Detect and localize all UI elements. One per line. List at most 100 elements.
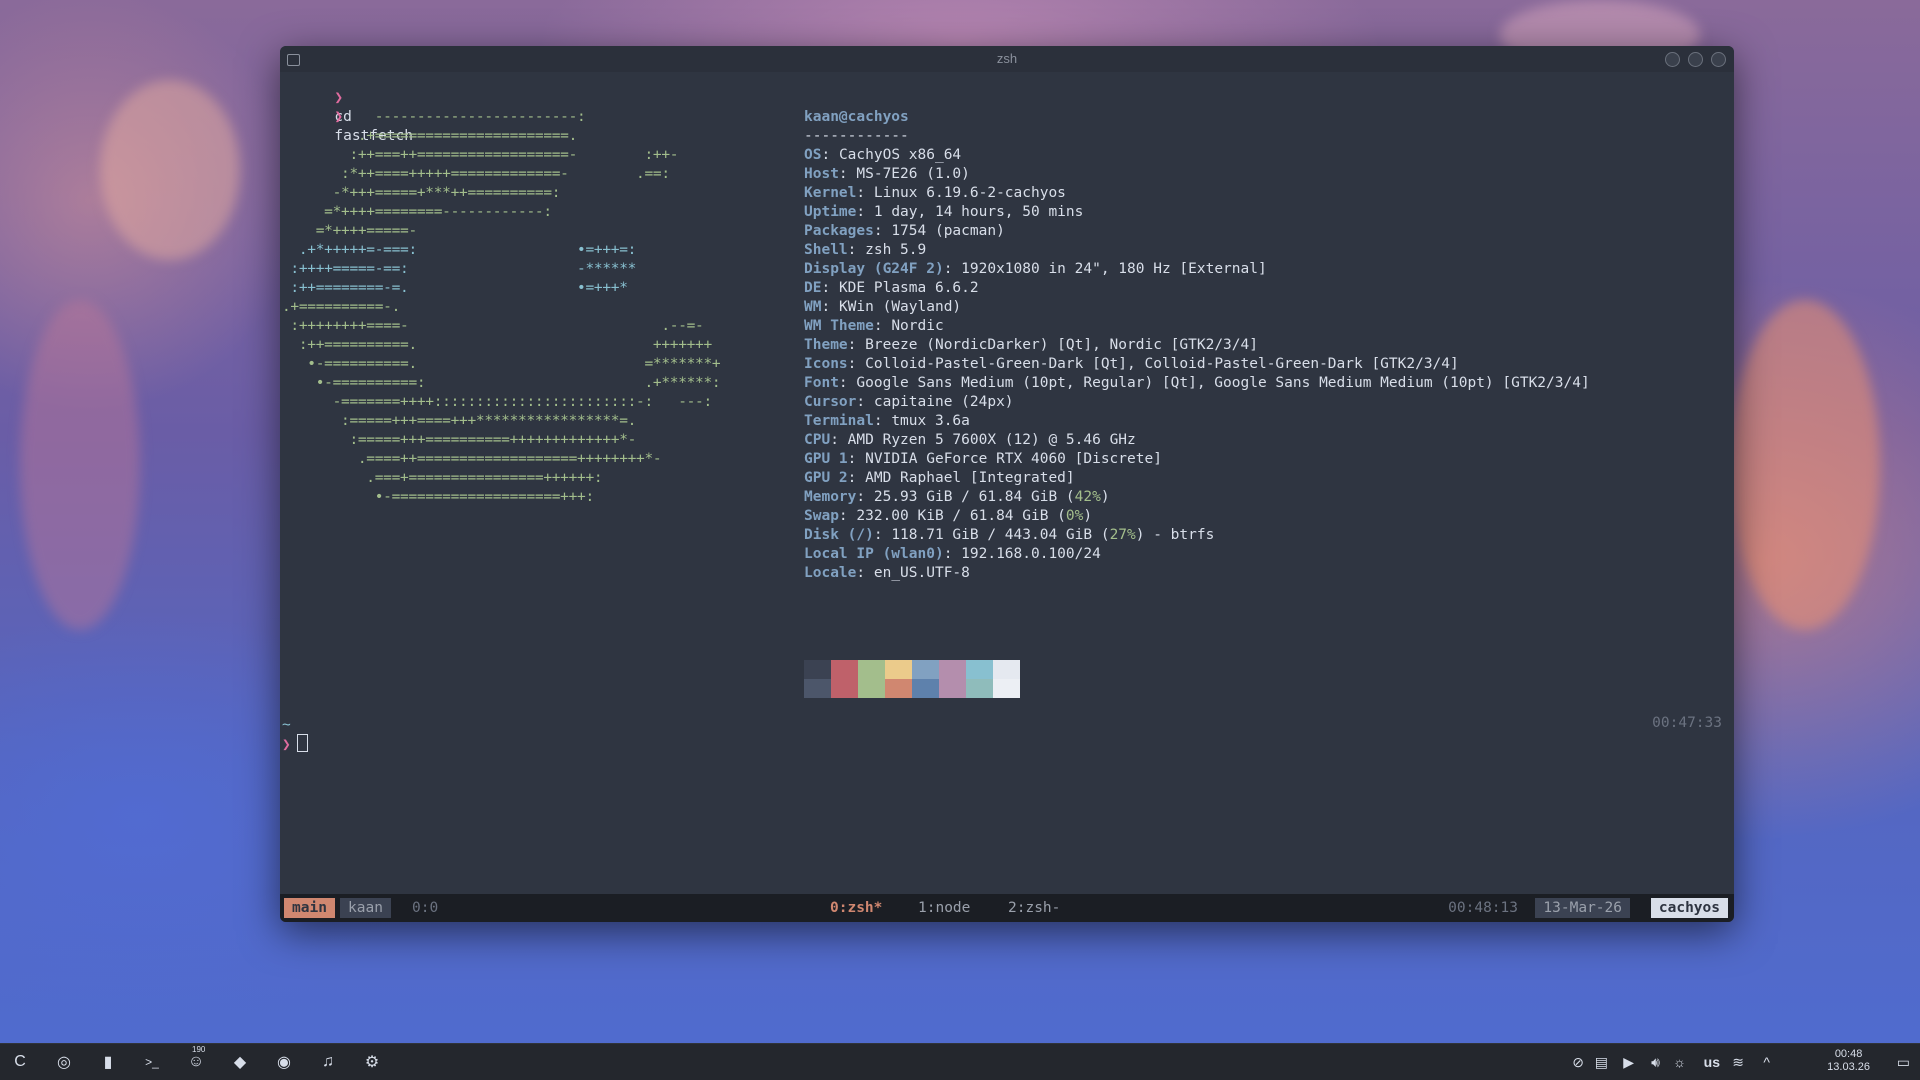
clipboard-icon[interactable]: ▤ (1595, 1044, 1608, 1080)
tmux-date: 13-Mar-26 (1535, 898, 1630, 918)
fetch-key: Swap (804, 508, 839, 524)
ascii-logo-line: •-==========. =*******+ (282, 356, 721, 372)
obs-icon[interactable]: ◉ (272, 1050, 296, 1074)
fetch-colon: : (856, 489, 874, 505)
fetch-row: DE: KDE Plasma 6.6.2 (804, 279, 1590, 298)
maximize-button[interactable] (1688, 52, 1703, 67)
window-titlebar[interactable]: zsh (280, 46, 1734, 72)
terminal-window[interactable]: zsh ❯ cd ❯ fastfetch -------------------… (280, 46, 1734, 922)
fetch-colon: : (847, 337, 866, 353)
fetch-row: Locale: en_US.UTF-8 (804, 564, 1590, 583)
fetch-colon: : (847, 356, 866, 372)
vscode-icon[interactable]: ◆ (228, 1050, 252, 1074)
fetch-key: Memory (804, 489, 857, 505)
fetch-value: 1920x1080 in 24", 180 Hz [External] (961, 261, 1267, 277)
ascii-logo-line: :=====+++==========+++++++++++++*- (282, 432, 637, 448)
fetch-key: Host (804, 166, 839, 182)
ascii-logo-line: .+*+++++=-===: •=+++=: (282, 242, 637, 258)
text-cursor (296, 734, 308, 752)
terminal-content[interactable]: ❯ cd ❯ fastfetch -----------------------… (280, 72, 1734, 894)
file-manager-icon[interactable]: ▮ (96, 1050, 120, 1074)
clock[interactable]: 00:48 13.03.26 (1827, 1048, 1870, 1074)
kdeconnect-icon[interactable]: ⊘ (1572, 1044, 1584, 1080)
prompt-right-time: 00:47:33 (1652, 715, 1722, 731)
fetch-value: Linux 6.19.6-2-cachyos (873, 185, 1066, 201)
fetch-value: Nordic (891, 318, 944, 334)
wallpaper-shape (100, 80, 240, 260)
fetch-value: NVIDIA GeForce RTX 4060 [Discrete] (865, 451, 1162, 467)
color-swatch (804, 660, 831, 679)
ascii-logo-line: :=====+++====+++*****************=. (282, 413, 637, 429)
fetch-row: Cursor: capitaine (24px) (804, 393, 1590, 412)
fetch-suffix: ) - btrfs (1135, 527, 1215, 543)
color-swatch (939, 660, 966, 679)
fetch-colon: : (873, 413, 892, 429)
ascii-logo-line: .+==========-. (282, 299, 401, 315)
window-title: zsh (996, 51, 1018, 66)
chromium-icon[interactable]: ◎ (52, 1050, 76, 1074)
fetch-colon: : (830, 432, 848, 448)
fetch-row: CPU: AMD Ryzen 5 7600X (12) @ 5.46 GHz (804, 431, 1590, 450)
color-palette (804, 660, 1020, 698)
minimize-button[interactable] (1665, 52, 1680, 67)
tmux-session: main (284, 898, 335, 918)
window-menu-icon[interactable] (287, 54, 300, 66)
ascii-logo-line: :++========-=. •=+++* (282, 280, 628, 296)
fetch-row: Packages: 1754 (pacman) (804, 222, 1590, 241)
cachyos-launcher-icon[interactable]: C (8, 1050, 32, 1074)
fetch-value: capitaine (24px) (873, 394, 1014, 410)
ascii-logo-line: =*++++=====- (282, 223, 417, 239)
fetch-key: Icons (804, 356, 848, 372)
ascii-logo: ------------------------: .+============… (282, 108, 721, 507)
keyboard-layout[interactable]: us (1704, 1044, 1720, 1080)
wallpaper-shape (20, 300, 140, 630)
fetch-row: Terminal: tmux 3.6a (804, 412, 1590, 431)
tmux-user: kaan (340, 898, 391, 918)
volume-icon[interactable]: 🔊︎ (1651, 1044, 1660, 1080)
color-swatch (912, 679, 939, 698)
fetch-key: Theme (804, 337, 848, 353)
fetch-key: Disk (/) (804, 527, 874, 543)
fetch-suffix: ) (1083, 508, 1093, 524)
fetch-value: en_US.UTF-8 (873, 565, 970, 581)
fetch-key: GPU 1 (804, 451, 848, 467)
fetch-row: Memory: 25.93 GiB / 61.84 GiB (42%) (804, 488, 1590, 507)
ascii-logo-line: .+=======================. (282, 128, 578, 144)
tmux-window-2[interactable]: 2:zsh- (1000, 898, 1068, 918)
fetch-colon: : (943, 261, 962, 277)
fetch-key: Cursor (804, 394, 857, 410)
fetch-value: AMD Ryzen 5 7600X (12) @ 5.46 GHz (847, 432, 1136, 448)
fetch-row: Shell: zsh 5.9 (804, 241, 1590, 260)
fetch-key: Locale (804, 565, 857, 581)
tray-expand-icon[interactable]: ^ (1763, 1044, 1770, 1080)
active-prompt[interactable]: ❯ (282, 734, 308, 755)
terminal-icon[interactable]: >_ (140, 1050, 164, 1074)
fetch-row: Theme: Breeze (NordicDarker) [Qt], Nordi… (804, 336, 1590, 355)
show-desktop-icon[interactable]: ▭ (1897, 1044, 1910, 1080)
close-button[interactable] (1711, 52, 1726, 67)
color-swatch (858, 660, 885, 679)
ascii-logo-line: :*++====+++++=============- .==: (282, 166, 670, 182)
fetch-colon: : (821, 299, 839, 315)
fetch-value: Google Sans Medium (10pt, Regular) [Qt],… (856, 375, 1590, 391)
fetch-value: KWin (Wayland) (838, 299, 962, 315)
tmux-window-0[interactable]: 0:zsh* (822, 898, 890, 918)
wifi-icon[interactable]: ≋ (1732, 1044, 1744, 1080)
fetch-value: 1 day, 14 hours, 50 mins (873, 204, 1084, 220)
tmux-window-1[interactable]: 1:node (910, 898, 978, 918)
fetch-row: Uptime: 1 day, 14 hours, 50 mins (804, 203, 1590, 222)
discord-badge: 190 (192, 1045, 206, 1054)
fetch-value: KDE Plasma 6.6.2 (838, 280, 979, 296)
spotify-icon[interactable]: ♫ (316, 1050, 340, 1074)
steam-icon[interactable]: ⚙ (360, 1050, 384, 1074)
media-player-icon[interactable]: ▶ (1623, 1044, 1634, 1080)
fetch-key: WM (804, 299, 822, 315)
prompt-symbol: ❯ (282, 737, 291, 753)
brightness-icon[interactable]: ☼ (1673, 1044, 1686, 1080)
fetch-colon: : (821, 147, 839, 163)
fetch-colon: : (838, 375, 857, 391)
color-swatch (831, 660, 858, 679)
color-swatch (885, 679, 912, 698)
fetch-value: tmux 3.6a (891, 413, 970, 429)
ascii-logo-line: -=======++++::::::::::::::::::::::::-: -… (282, 394, 713, 410)
